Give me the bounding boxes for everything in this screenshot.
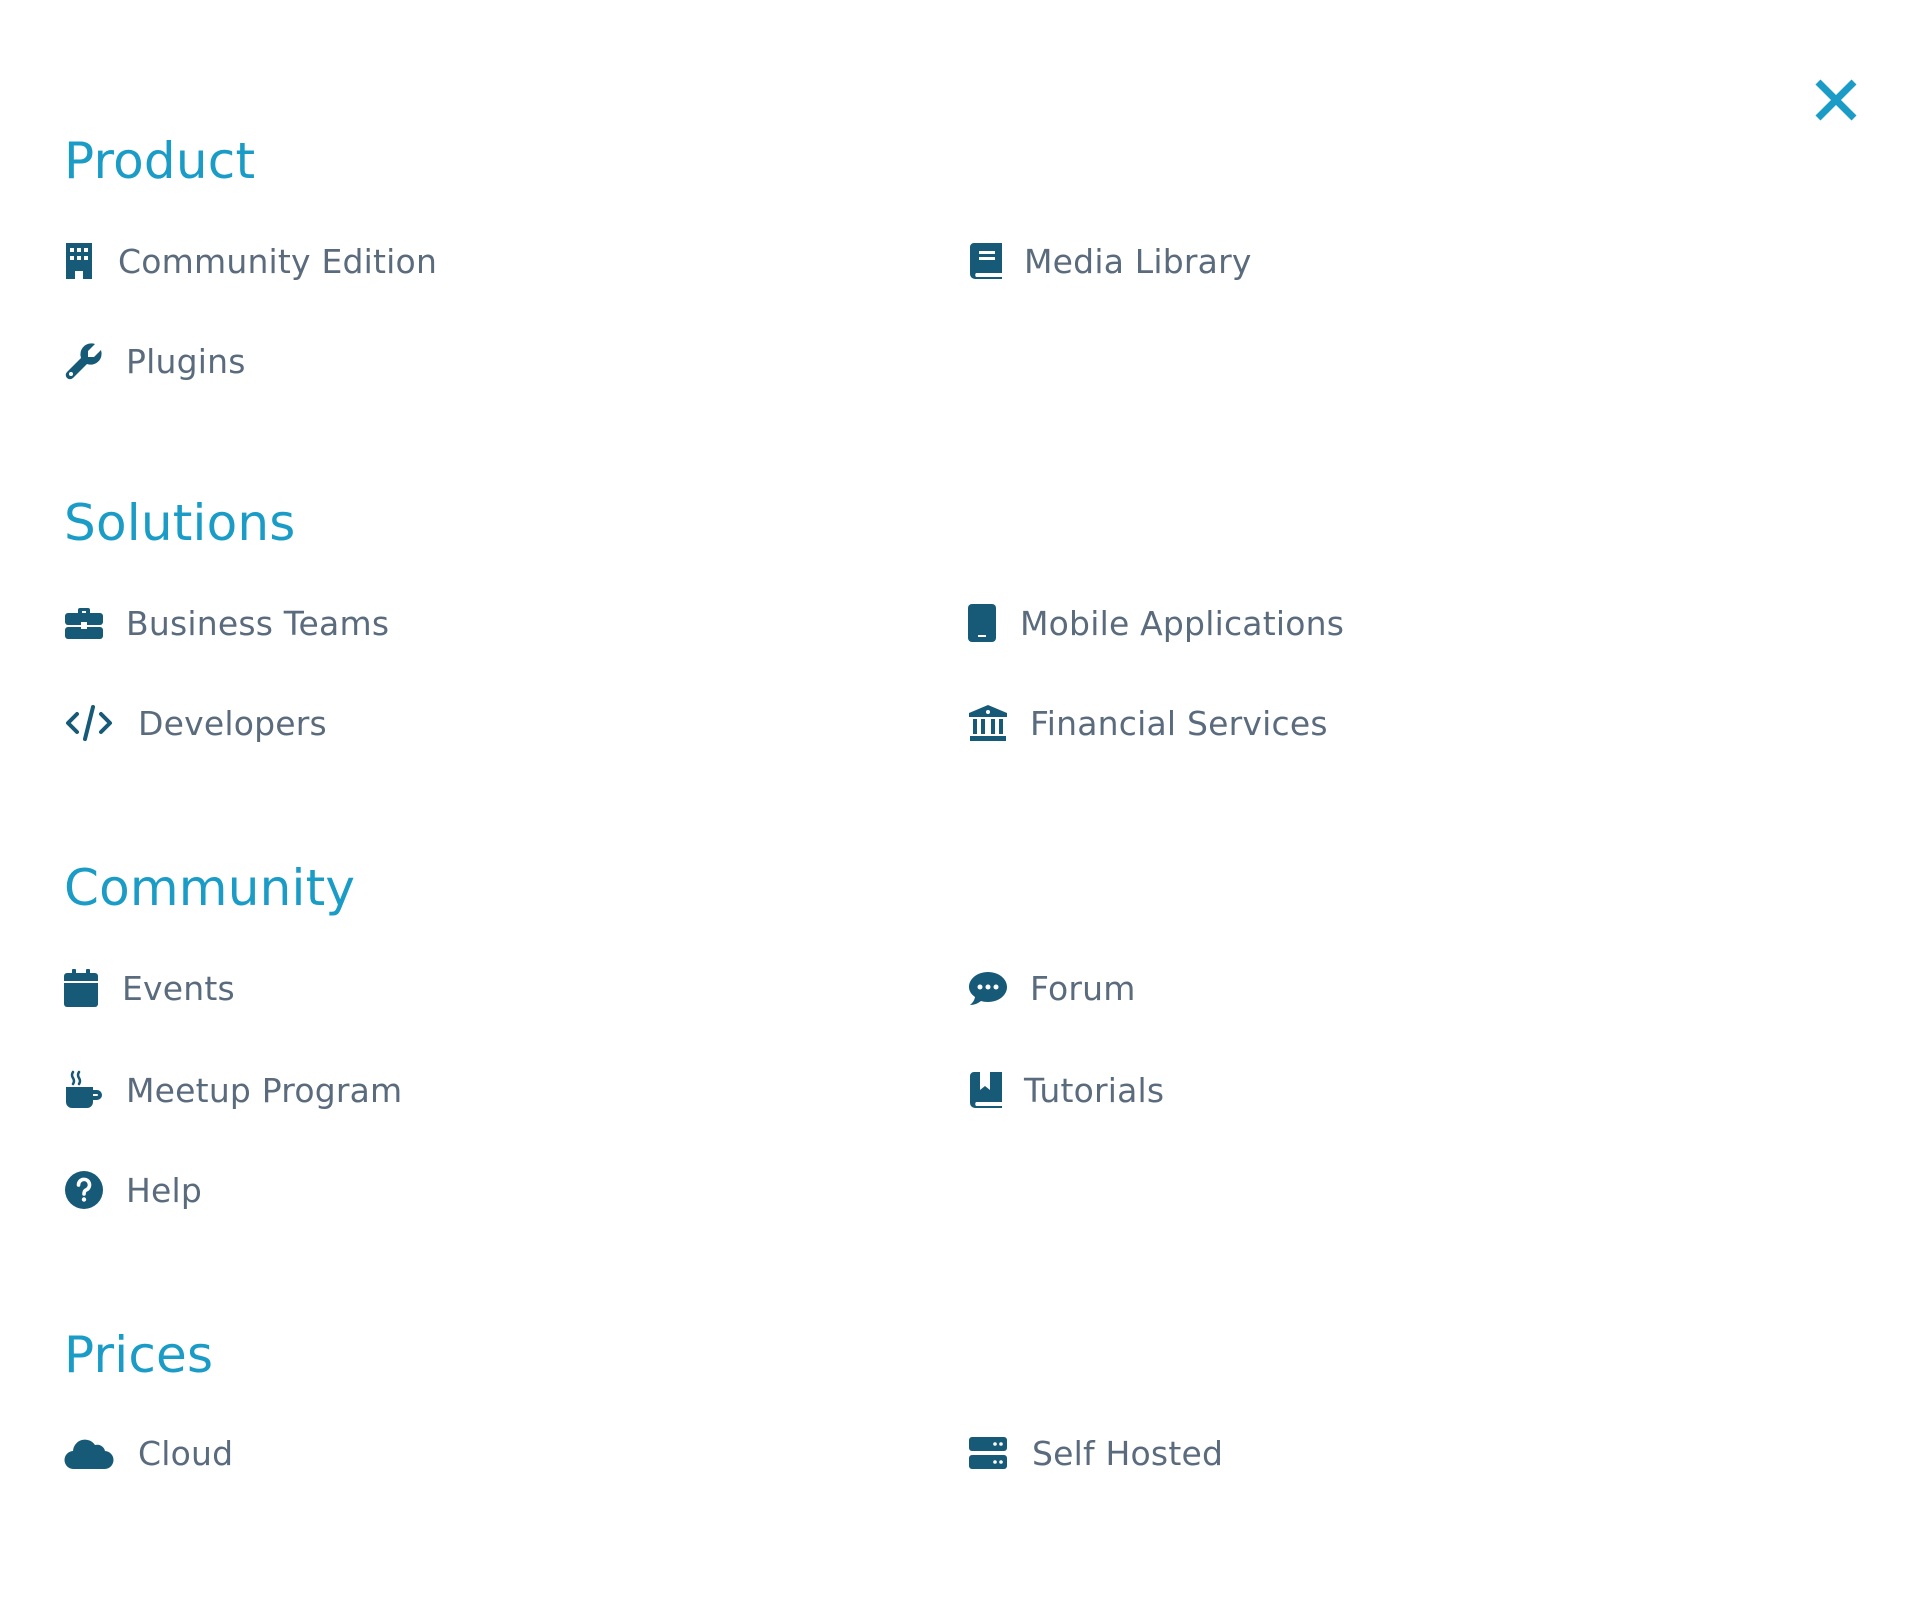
menu-item-media-library[interactable]: Media Library (968, 236, 1252, 286)
menu-item-developers[interactable]: Developers (64, 698, 327, 748)
menu-item-label: Events (122, 968, 235, 1008)
menu-item-community-edition[interactable]: Community Edition (64, 236, 437, 286)
menu-item-self-hosted[interactable]: Self Hosted (968, 1428, 1223, 1478)
menu-item-label: Community Edition (118, 241, 438, 281)
section-title-product: Product (64, 132, 256, 190)
menu-item-label: Meetup Program (126, 1070, 403, 1110)
bank-icon (968, 703, 1008, 743)
chat-bubble-icon (968, 968, 1008, 1008)
navigation-menu: Product Community Edition Media Library (0, 0, 1916, 1610)
menu-item-plugins[interactable]: Plugins (64, 336, 246, 386)
section-title-solutions: Solutions (64, 494, 296, 552)
menu-item-label: Financial Services (1030, 703, 1328, 743)
menu-item-label: Business Teams (126, 603, 390, 643)
coffee-icon (64, 1070, 104, 1110)
menu-item-business-teams[interactable]: Business Teams (64, 598, 389, 648)
menu-item-financial-services[interactable]: Financial Services (968, 698, 1328, 748)
menu-item-label: Plugins (126, 341, 246, 381)
bookmark-book-icon (968, 1070, 1008, 1110)
cloud-icon (64, 1433, 114, 1473)
menu-item-help[interactable]: Help (64, 1165, 202, 1215)
close-button[interactable] (1810, 74, 1862, 126)
menu-item-label: Mobile Applications (1020, 603, 1345, 643)
calendar-icon (64, 968, 104, 1008)
menu-item-forum[interactable]: Forum (968, 963, 1136, 1013)
menu-item-label: Cloud (138, 1433, 234, 1473)
menu-item-label: Tutorials (1024, 1070, 1165, 1110)
mobile-icon (968, 603, 1008, 643)
server-icon (968, 1433, 1008, 1473)
menu-item-events[interactable]: Events (64, 963, 235, 1013)
briefcase-icon (64, 603, 104, 643)
menu-item-label: Self Hosted (1032, 1433, 1224, 1473)
menu-item-tutorials[interactable]: Tutorials (968, 1065, 1164, 1115)
menu-item-label: Forum (1030, 968, 1136, 1008)
close-icon (1815, 79, 1857, 121)
menu-item-meetup-program[interactable]: Meetup Program (64, 1065, 402, 1115)
question-circle-icon (64, 1170, 104, 1210)
code-icon (64, 703, 114, 743)
menu-item-cloud[interactable]: Cloud (64, 1428, 233, 1478)
building-icon (64, 241, 104, 281)
menu-item-label: Media Library (1024, 241, 1252, 281)
menu-item-mobile-applications[interactable]: Mobile Applications (968, 598, 1344, 648)
section-title-prices: Prices (64, 1326, 214, 1384)
section-title-community: Community (64, 859, 356, 917)
wrench-icon (64, 341, 104, 381)
book-icon (968, 241, 1008, 281)
menu-item-label: Developers (138, 703, 327, 743)
menu-item-label: Help (126, 1170, 203, 1210)
